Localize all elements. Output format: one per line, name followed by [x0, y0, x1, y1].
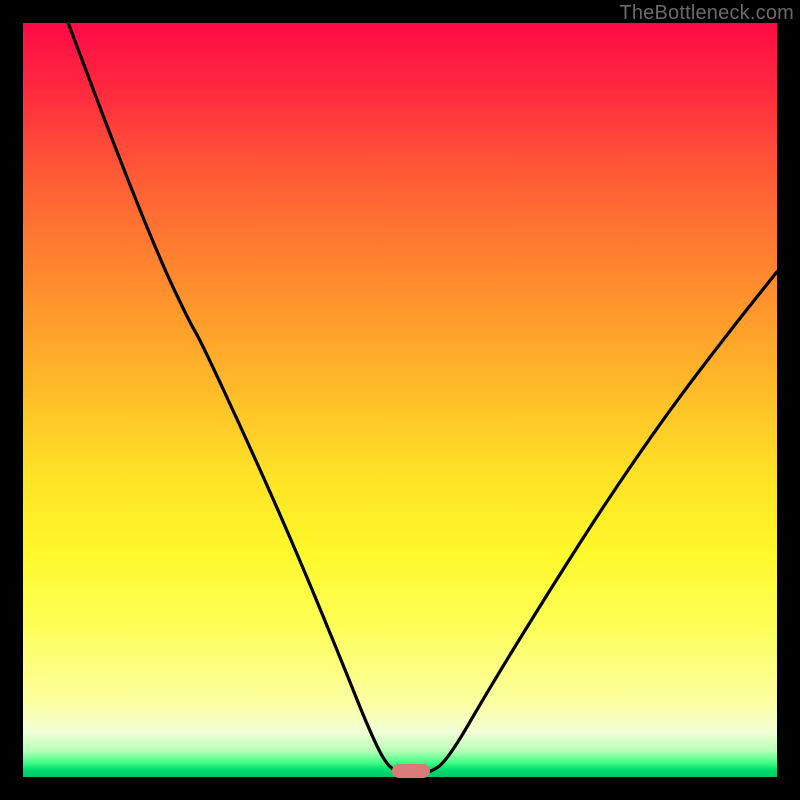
watermark-text: TheBottleneck.com: [619, 2, 794, 25]
optimal-point-marker: [392, 764, 430, 778]
chart-frame: [23, 23, 777, 777]
chart-gradient-background: [23, 23, 777, 777]
